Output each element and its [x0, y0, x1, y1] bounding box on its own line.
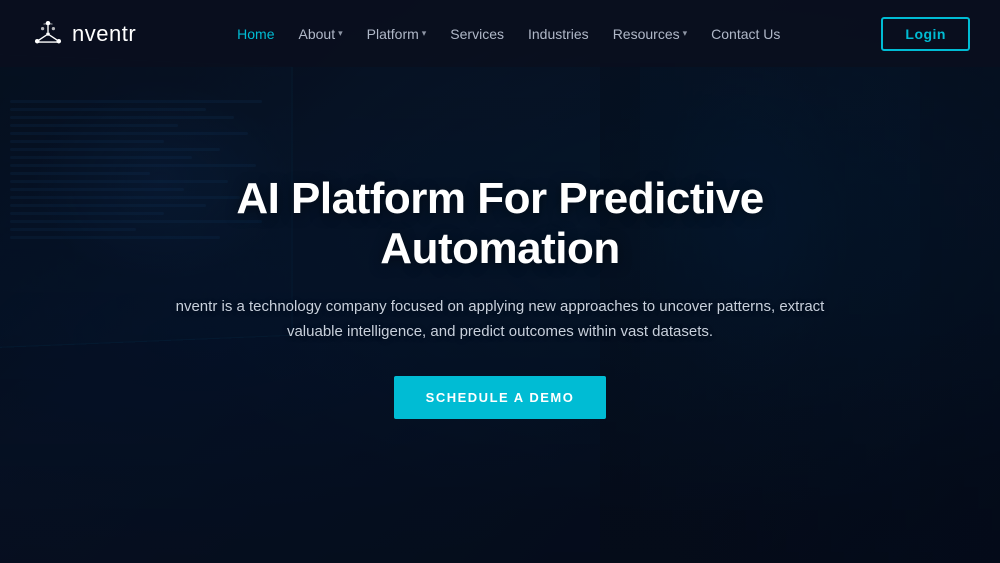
- logo-text: nventr: [72, 21, 136, 47]
- navbar: nventr Home About ▾ Platform ▾ Services: [0, 0, 1000, 67]
- chevron-down-icon: ▾: [422, 28, 427, 39]
- nav-item-platform[interactable]: Platform ▾: [357, 20, 437, 48]
- chevron-down-icon: ▾: [338, 28, 343, 39]
- nav-item-resources[interactable]: Resources ▾: [603, 20, 697, 48]
- nav-link-contact[interactable]: Contact Us: [701, 20, 790, 48]
- nav-item-services[interactable]: Services: [440, 20, 514, 48]
- nav-link-services[interactable]: Services: [440, 20, 514, 48]
- login-button[interactable]: Login: [881, 17, 970, 51]
- nav-item-industries[interactable]: Industries: [518, 20, 599, 48]
- nav-link-about[interactable]: About ▾: [289, 20, 353, 48]
- hero-title: AI Platform For Predictive Automation: [170, 174, 830, 275]
- hero-section: nventr Home About ▾ Platform ▾ Services: [0, 0, 1000, 563]
- nav-link-industries[interactable]: Industries: [518, 20, 599, 48]
- hero-subtitle: nventr is a technology company focused o…: [170, 295, 830, 345]
- logo-icon: [30, 16, 66, 52]
- hero-content: AI Platform For Predictive Automation nv…: [150, 174, 850, 420]
- nav-link-home[interactable]: Home: [227, 20, 284, 48]
- schedule-demo-button[interactable]: SCHEDULE A DEMO: [394, 376, 607, 419]
- nav-link-platform[interactable]: Platform ▾: [357, 20, 437, 48]
- nav-item-home[interactable]: Home: [227, 20, 284, 48]
- logo-area[interactable]: nventr: [30, 16, 136, 52]
- nav-item-about[interactable]: About ▾: [289, 20, 353, 48]
- nav-item-contact[interactable]: Contact Us: [701, 20, 790, 48]
- chevron-down-icon: ▾: [683, 28, 688, 39]
- nav-link-resources[interactable]: Resources ▾: [603, 20, 697, 48]
- nav-links: Home About ▾ Platform ▾ Services Industr…: [227, 20, 790, 48]
